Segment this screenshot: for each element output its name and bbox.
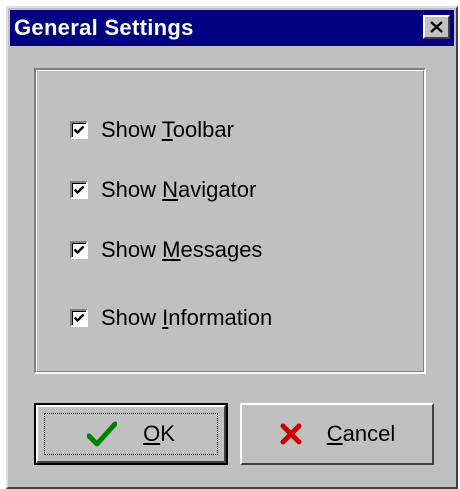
red-x-icon <box>280 423 302 445</box>
close-icon <box>430 21 443 33</box>
checkmark-icon <box>73 245 85 255</box>
checkbox-box[interactable] <box>70 181 88 199</box>
close-button[interactable] <box>423 15 450 39</box>
show-messages-label: Show Messages <box>101 237 263 262</box>
show-toolbar-label: Show Toolbar <box>101 117 234 142</box>
checkmark-icon <box>73 313 85 323</box>
cancel-button-label: Cancel <box>326 421 396 446</box>
show-information-checkbox[interactable]: Show Information <box>70 304 272 332</box>
general-settings-dialog: General Settings Show Toolbar Show Navig <box>6 6 458 489</box>
show-navigator-label: Show Navigator <box>101 177 257 202</box>
show-messages-checkbox[interactable]: Show Messages <box>70 236 262 264</box>
cancel-button[interactable]: Cancel <box>240 403 434 465</box>
checkbox-box[interactable] <box>70 241 88 259</box>
ok-button-label: OK <box>143 421 175 446</box>
options-group: Show Toolbar Show Navigator Show Message… <box>34 68 426 374</box>
title-bar[interactable]: General Settings <box>10 10 454 46</box>
show-navigator-checkbox[interactable]: Show Navigator <box>70 176 256 204</box>
checkmark-icon <box>73 185 85 195</box>
show-toolbar-checkbox[interactable]: Show Toolbar <box>70 116 234 144</box>
checkmark-icon <box>73 125 85 135</box>
checkbox-box[interactable] <box>70 309 88 327</box>
ok-button[interactable]: OK <box>34 403 228 465</box>
green-checkmark-icon <box>87 421 118 447</box>
show-information-label: Show Information <box>101 305 273 330</box>
window-title: General Settings <box>14 15 194 40</box>
checkbox-box[interactable] <box>70 121 88 139</box>
